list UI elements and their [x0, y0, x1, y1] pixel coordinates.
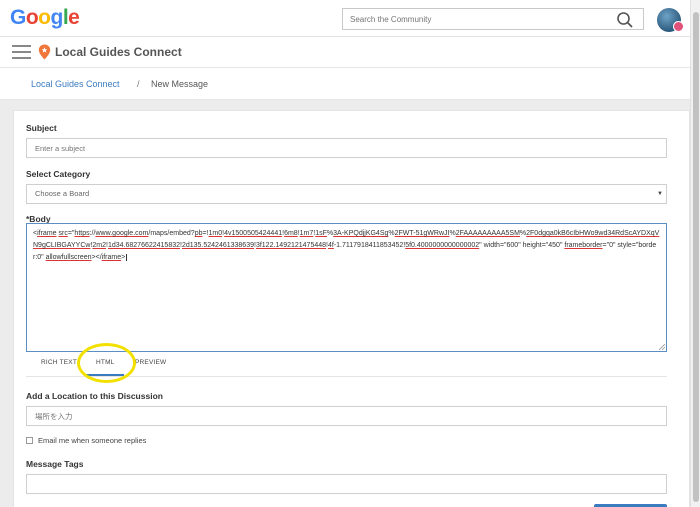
spellcheck-token: src: [58, 230, 68, 237]
breadcrumb-home-link[interactable]: Local Guides Connect: [31, 79, 120, 89]
logo-letter: g: [50, 6, 64, 29]
spellcheck-token: 2FAAAAAAAAA5SM: [455, 230, 520, 237]
spellcheck-token: 5f0.4000000000000002: [405, 242, 480, 249]
page-scrollbar[interactable]: [690, 0, 700, 507]
subject-input[interactable]: [26, 138, 667, 158]
spellcheck-token: allowfullscreen: [45, 254, 92, 261]
search-icon[interactable]: [616, 11, 634, 29]
spellcheck-token: 2m2: [92, 242, 107, 249]
community-bar: Local Guides Connect: [0, 37, 690, 68]
chevron-down-icon[interactable]: ▼: [657, 191, 663, 197]
email-checkbox[interactable]: [26, 437, 33, 444]
highlight-annotation: [77, 343, 136, 383]
spellcheck-token: 3f122.1492121475448: [255, 242, 327, 249]
spellcheck-token: 6m8: [284, 230, 298, 237]
new-message-form: Subject Select Category Choose a Board ▼…: [13, 110, 690, 507]
tab-rich-text[interactable]: RICH TEXT: [41, 359, 77, 366]
spellcheck-token: www.google.com: [95, 230, 149, 237]
spellcheck-token: frameborder: [564, 242, 603, 249]
spellcheck-token: 1m0: [208, 230, 223, 237]
top-header: Google: [0, 0, 690, 37]
community-title[interactable]: Local Guides Connect: [55, 45, 182, 59]
spellcheck-token: 1sF: [315, 230, 327, 237]
location-input[interactable]: [26, 406, 667, 426]
logo-letter: o: [25, 6, 39, 29]
spellcheck-token: https: [74, 230, 90, 237]
category-select-value: Choose a Board: [35, 189, 90, 198]
spellcheck-token: 1m7: [299, 230, 314, 237]
subject-label: Subject: [26, 123, 57, 133]
map-pin-icon: [38, 44, 51, 60]
spellcheck-token: 2d135.5242461338639: [181, 242, 254, 249]
resize-handle-icon[interactable]: [659, 344, 665, 350]
body-text-segment: >: [121, 254, 126, 261]
body-text-segment: -1.7117918411853452!: [333, 242, 406, 249]
tags-label: Message Tags: [26, 459, 84, 469]
scrollbar-thumb[interactable]: [693, 12, 699, 502]
spellcheck-token: 2FWT-51gWRwJI: [394, 230, 450, 237]
breadcrumb-separator: /: [137, 79, 140, 89]
breadcrumb-current: New Message: [151, 79, 209, 89]
body-text-segment: /maps/embed?: [148, 230, 195, 237]
spellcheck-token: iframe: [101, 254, 122, 261]
text-cursor: [126, 254, 128, 261]
avatar-badge: [673, 21, 684, 32]
breadcrumb: Local Guides Connect / New Message: [0, 68, 690, 100]
body-text-segment: " width="600" height="450": [479, 242, 565, 249]
menu-icon[interactable]: [12, 45, 31, 59]
category-select[interactable]: Choose a Board: [26, 184, 667, 204]
spellcheck-token: 3A-KPQdjjKG4Sg: [333, 230, 389, 237]
email-checkbox-label: Email me when someone replies: [38, 436, 147, 445]
google-logo[interactable]: Google: [10, 6, 80, 30]
body-text-segment: ></: [91, 254, 102, 261]
logo-letter: e: [68, 6, 80, 29]
search-box[interactable]: [342, 8, 644, 30]
spellcheck-token: 1d34.68276622415832: [107, 242, 181, 249]
search-input[interactable]: [343, 9, 603, 30]
spellcheck-token: iframe: [37, 230, 57, 237]
location-label: Add a Location to this Discussion: [26, 391, 163, 401]
spellcheck-token: 4v1500505424441: [224, 230, 283, 237]
tags-input[interactable]: [26, 474, 667, 494]
body-editor[interactable]: <iframe src="https://www.google.com/maps…: [26, 223, 667, 352]
tab-preview[interactable]: PREVIEW: [135, 359, 166, 366]
logo-letter: o: [38, 6, 51, 29]
category-label: Select Category: [26, 169, 91, 179]
logo-letter: G: [10, 6, 26, 29]
